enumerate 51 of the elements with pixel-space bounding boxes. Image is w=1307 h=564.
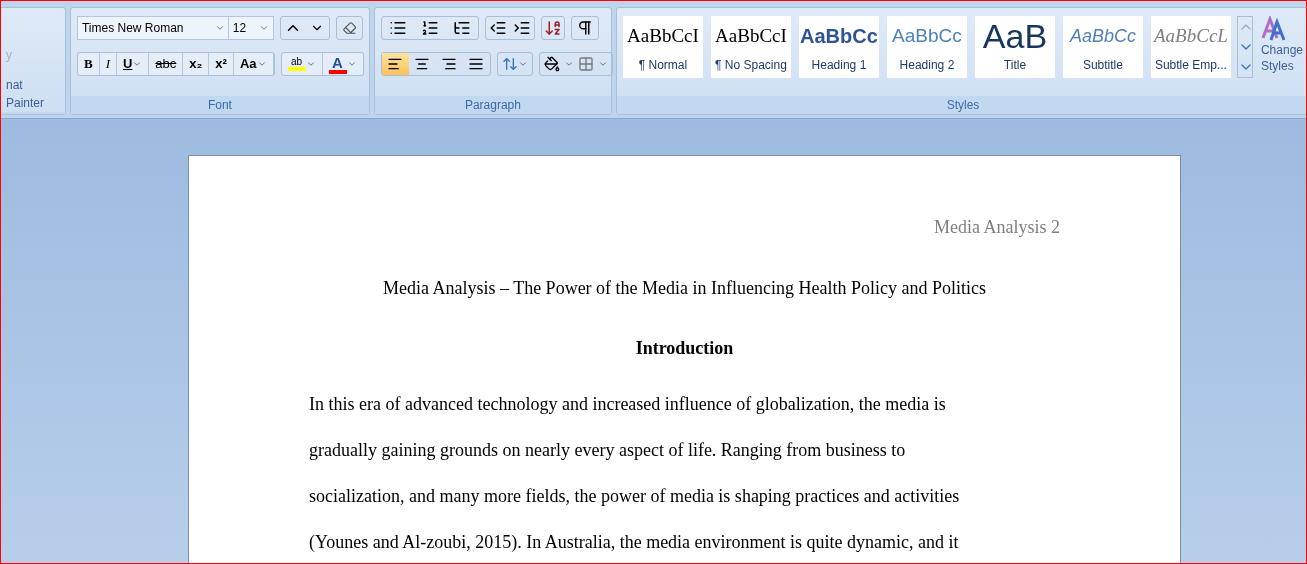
font-name-field[interactable]: Times New Roman: [76, 16, 230, 40]
format-button[interactable]: I: [99, 53, 117, 75]
font-color-button[interactable]: A: [322, 53, 363, 75]
sort-icon[interactable]: [540, 16, 565, 40]
caret-icon: [346, 59, 357, 69]
borders-icon[interactable]: [577, 56, 594, 72]
font-size-field[interactable]: 12: [227, 16, 274, 40]
group-label: Paragraph: [464, 97, 521, 114]
style-preset[interactable]: AaBbCcI ¶ Normal: [622, 16, 703, 78]
format-button[interactable]: x²: [209, 53, 234, 75]
caret-icon: [563, 59, 574, 69]
style-preset[interactable]: AaBbCc Subtitle: [1062, 16, 1143, 78]
clipboard-command[interactable]: nat Painter: [6, 76, 59, 112]
format-button[interactable]: B: [77, 53, 100, 75]
highlight-button[interactable]: ab: [281, 53, 323, 75]
caret-icon: [258, 23, 269, 33]
format-button[interactable]: abc: [149, 53, 184, 75]
caret-icon: [214, 23, 225, 33]
align-center-icon: [414, 56, 431, 72]
line-spacing-button[interactable]: [496, 52, 533, 76]
line-spacing-icon[interactable]: [501, 56, 518, 72]
group-label: Font: [207, 97, 232, 114]
clear-formatting-icon[interactable]: [335, 16, 363, 40]
caret-icon: [305, 59, 316, 69]
change-styles-button[interactable]: Change Styles: [1260, 16, 1303, 74]
align-justify-icon: [468, 56, 485, 72]
style-preset[interactable]: AaBbCcI ¶ No Spacing: [710, 16, 791, 78]
style-preset[interactable]: AaB Title: [974, 16, 1055, 78]
pilcrow-icon[interactable]: [570, 16, 599, 40]
styles-letters-icon: [1260, 16, 1287, 42]
format-button[interactable]: Aa: [233, 53, 274, 75]
shading-icon[interactable]: [543, 56, 560, 72]
group-label: Styles: [946, 97, 980, 114]
paragraph-line: (Younes and Al-zoubi, 2015). In Australia, the media environment is quite dynamic, and it: [309, 532, 960, 552]
shading-borders-control[interactable]: [538, 52, 613, 76]
caret-icon: [597, 59, 608, 69]
style-preset[interactable]: AaBbCcL Subtle Emp...: [1150, 16, 1231, 78]
document-title: Media Analysis – The Power of the Media in Influencing Health Policy and Politics: [381, 277, 988, 300]
style-preset[interactable]: AaBbCc Heading 2: [886, 16, 967, 78]
style-preset[interactable]: AaBbCc Heading 1: [798, 16, 879, 78]
align-left-icon: [387, 56, 404, 72]
section-heading: Introduction: [634, 337, 735, 360]
page-header: Media Analysis 2: [933, 216, 1060, 239]
paragraph-line: gradually gaining grounds on nearly every aspect of life. Ranging from business to: [309, 440, 907, 460]
caret-icon: [517, 59, 528, 69]
align-right-icon: [441, 56, 458, 72]
format-button[interactable]: U: [116, 53, 150, 75]
paragraph-line: In this era of advanced technology and increased influence of globalization, the media is: [309, 394, 947, 414]
paragraph-line: socialization, and many more fields, the power of media is shaping practices and activities: [309, 486, 961, 506]
format-button[interactable]: x₂: [183, 53, 210, 75]
align-button[interactable]: [381, 53, 409, 75]
